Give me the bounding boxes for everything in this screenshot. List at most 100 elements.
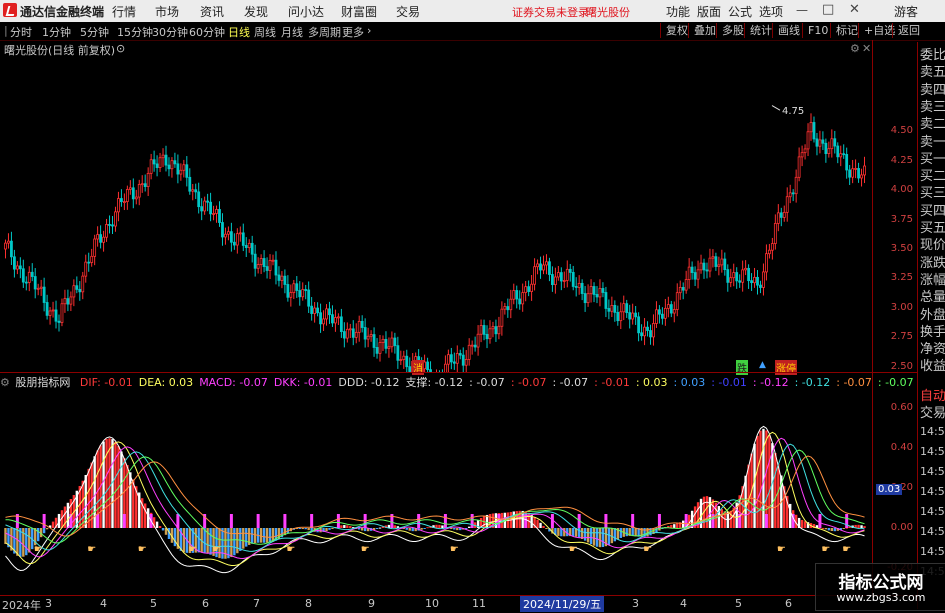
macd-bar (765, 430, 768, 528)
menu-item-formula[interactable]: 公式 (728, 3, 752, 20)
price-chart-svg[interactable]: 4.752.25 (0, 40, 872, 373)
maximize-icon[interactable]: □ (822, 2, 834, 17)
menu-item-news[interactable]: 资讯 (200, 3, 224, 20)
candle (574, 277, 578, 297)
period-monthly[interactable]: 月线 (281, 24, 303, 40)
tool-back[interactable]: 返回 (892, 23, 920, 38)
period-60min[interactable]: 60分钟 (189, 24, 225, 40)
candle (128, 180, 132, 195)
period-timeshare[interactable]: 分时 (10, 24, 32, 40)
price-y-tick: 4.25 (890, 154, 913, 166)
menu-item-quotes[interactable]: 行情 (112, 3, 136, 20)
quote-field-label[interactable]: 外盘 (920, 304, 945, 323)
macd-bar (557, 528, 560, 536)
candle (319, 303, 322, 333)
quote-field-label[interactable]: 买四 (920, 200, 945, 219)
quote-field-label[interactable]: 卖一 (920, 131, 945, 150)
quote-field-label[interactable]: 换手 (920, 321, 945, 340)
candle (229, 222, 233, 252)
quote-field-label[interactable]: 卖五 (920, 61, 945, 80)
menu-item-options[interactable]: 选项 (759, 3, 783, 20)
candle (164, 145, 168, 172)
candle (628, 304, 632, 329)
trade-panel-label[interactable]: 交易 (920, 402, 945, 421)
candle (372, 327, 376, 357)
tool-adjust[interactable]: 复权 (660, 23, 688, 38)
candle (744, 260, 748, 276)
tool-draw[interactable]: 画线 (772, 23, 800, 38)
indicator-chart-svg[interactable]: ☛ ☛ ☛ ☛ ☛ ☛ ☛ ☛ ☛ ☛ ☛ ☛ ☛ (0, 388, 872, 595)
candle (334, 309, 337, 332)
quote-field-label[interactable]: 卖三 (920, 96, 945, 115)
menu-item-wealth[interactable]: 财富圈 (341, 3, 377, 20)
candle (788, 184, 792, 204)
login-status[interactable]: 证券交易未登录 (512, 4, 589, 20)
candle (250, 235, 254, 263)
tool-f10[interactable]: F10 (802, 23, 828, 38)
candle (806, 123, 810, 157)
candle (313, 302, 317, 323)
quote-field-label[interactable]: 买三 (920, 182, 945, 201)
candle (366, 327, 370, 348)
quote-field-label[interactable]: 委比 (920, 44, 945, 63)
candle (227, 226, 230, 241)
candle (455, 345, 459, 373)
candle (485, 325, 489, 349)
quote-field-label[interactable]: 卖二 (920, 113, 945, 132)
quote-field-label[interactable]: 涨幅 (920, 269, 945, 288)
macd-bar (673, 524, 676, 528)
quote-field-label[interactable]: 收益 (920, 355, 945, 374)
candle (580, 279, 584, 301)
menu-item-layout[interactable]: 版面 (697, 3, 721, 20)
candle (542, 255, 545, 275)
quote-field-label[interactable]: 买二 (920, 165, 945, 184)
quote-field-label[interactable]: 现价 (920, 234, 945, 253)
period-daily[interactable]: 日线 (228, 24, 250, 40)
candle (215, 205, 218, 223)
macd-bar (245, 528, 248, 547)
tool-stats[interactable]: 统计 (744, 23, 772, 38)
quote-field-label[interactable]: 卖四 (920, 79, 945, 98)
tool-mark[interactable]: 标记 (830, 23, 858, 38)
period-30min[interactable]: 30分钟 (152, 24, 188, 40)
period-1min[interactable]: 1分钟 (42, 24, 71, 40)
quote-field-label[interactable]: 净资 (920, 338, 945, 357)
candle (851, 159, 855, 184)
tool-multi-stock[interactable]: 多股 (716, 23, 744, 38)
candle (134, 189, 138, 205)
candle (658, 305, 661, 324)
macd-bar (42, 528, 46, 534)
minimize-icon[interactable]: — (796, 3, 808, 17)
candle (494, 319, 498, 342)
quote-field-label[interactable]: 买一 (920, 148, 945, 167)
menu-item-discover[interactable]: 发现 (244, 3, 268, 20)
quote-field-label[interactable]: 总量 (920, 286, 945, 305)
close-icon[interactable]: ✕ (849, 2, 860, 17)
candle (747, 264, 750, 289)
tool-overlay[interactable]: 叠加 (688, 23, 716, 38)
menu-item-functions[interactable]: 功能 (666, 3, 690, 20)
candle (206, 193, 210, 212)
candle (339, 308, 343, 338)
candle (87, 252, 91, 272)
chevron-right-icon[interactable]: › (367, 24, 371, 37)
tool-add-watchlist[interactable]: +自选 (858, 23, 895, 38)
candle (473, 336, 477, 352)
menu-item-market[interactable]: 市场 (155, 3, 179, 20)
macd-bar (408, 528, 411, 531)
period-15min[interactable]: 15分钟 (117, 24, 153, 40)
guest-user[interactable]: 游客 (894, 3, 918, 20)
candle (161, 148, 165, 168)
period-more[interactable]: 更多 (342, 24, 364, 40)
macd-bar (45, 528, 49, 530)
quote-field-label[interactable]: 涨跌 (920, 252, 945, 271)
quote-field-label[interactable]: 买五 (920, 217, 945, 236)
candle (842, 144, 846, 159)
candle (687, 258, 691, 289)
menu-item-trade[interactable]: 交易 (396, 3, 420, 20)
menu-item-ask[interactable]: 问小达 (288, 3, 324, 20)
macd-bar (676, 523, 679, 528)
period-5min[interactable]: 5分钟 (80, 24, 109, 40)
period-multi[interactable]: 多周期 (308, 24, 341, 40)
period-weekly[interactable]: 周线 (254, 24, 276, 40)
